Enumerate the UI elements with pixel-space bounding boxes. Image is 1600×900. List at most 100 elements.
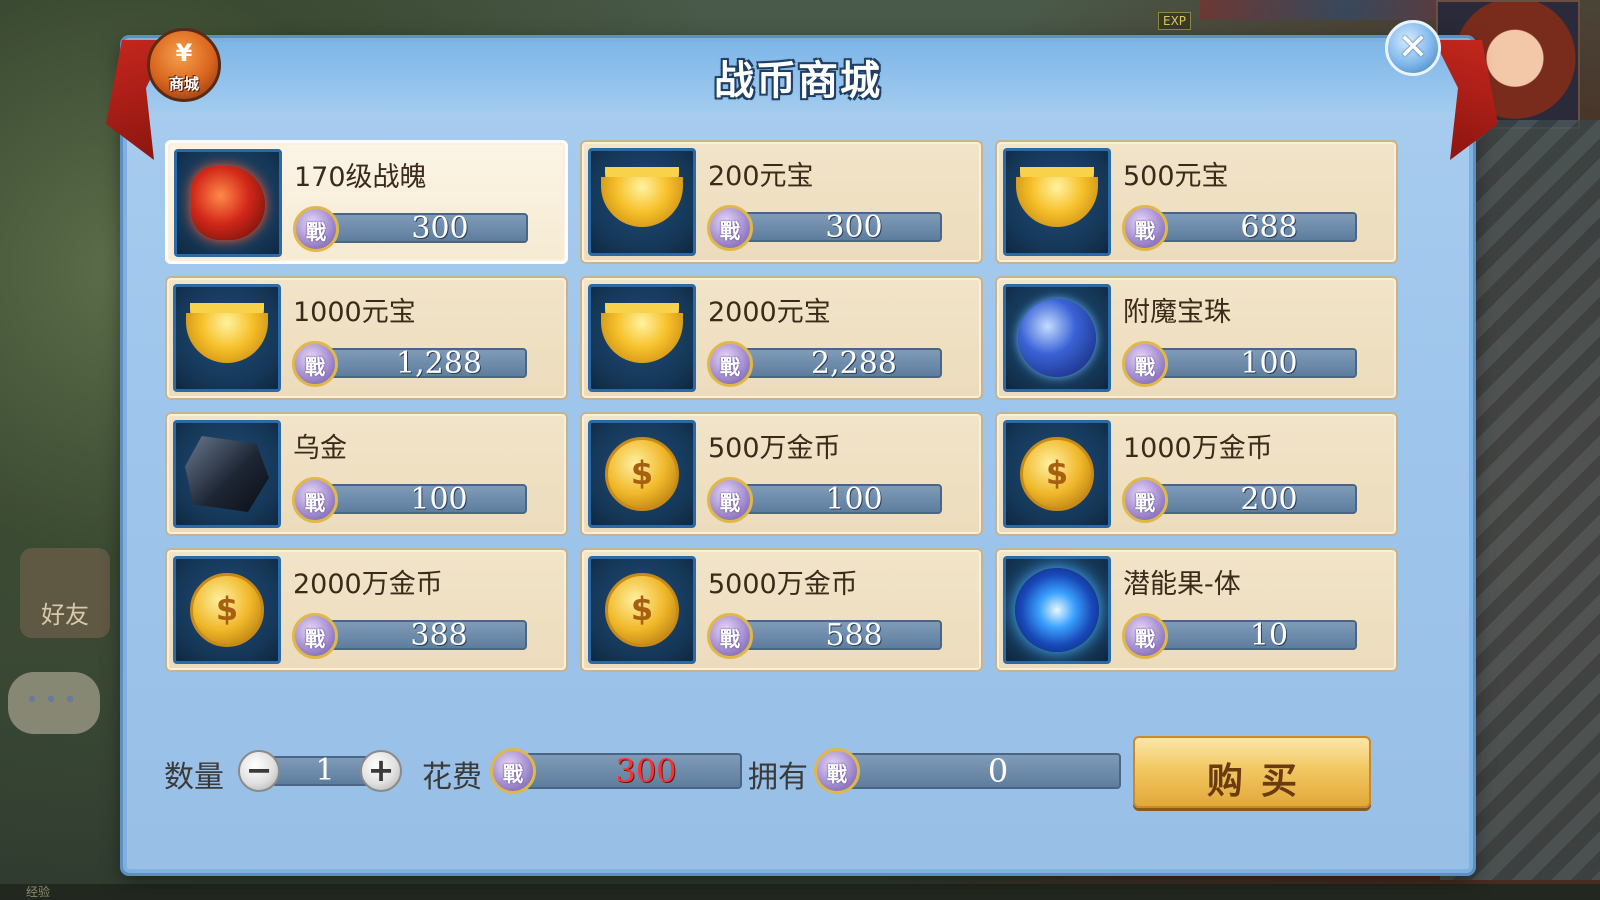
item-card[interactable]: 170级战魄 300 戰 bbox=[165, 140, 568, 264]
ingot-icon bbox=[601, 313, 683, 363]
item-card[interactable]: 1000元宝 1,288 戰 bbox=[165, 276, 568, 400]
war-coin-icon: 戰 bbox=[490, 748, 536, 794]
item-price: 688 bbox=[1240, 210, 1298, 245]
owned-display: 0 bbox=[845, 752, 1121, 790]
shop-badge-label: 商城 bbox=[168, 75, 199, 93]
item-price: 100 bbox=[825, 482, 883, 517]
ingot-icon bbox=[1016, 177, 1098, 227]
war-coin-icon: 戰 bbox=[814, 748, 860, 794]
minus-icon: − bbox=[245, 751, 273, 789]
item-price-bar: 100 bbox=[732, 482, 942, 517]
item-card[interactable]: $500万金币 100 戰 bbox=[580, 412, 983, 536]
war-coin-glyph: 戰 bbox=[305, 627, 325, 651]
item-name: 1000万金币 bbox=[1123, 433, 1273, 464]
item-icon-frame: $ bbox=[173, 556, 281, 664]
item-name: 500元宝 bbox=[1123, 161, 1229, 192]
close-icon: ✕ bbox=[1397, 27, 1429, 68]
item-card[interactable]: 乌金 100 戰 bbox=[165, 412, 568, 536]
war-coin-icon: 戰 bbox=[707, 477, 753, 523]
item-name: 1000元宝 bbox=[293, 297, 416, 328]
cost-display: 300 bbox=[520, 752, 742, 790]
gold-coin-icon: $ bbox=[605, 573, 679, 647]
item-price: 10 bbox=[1249, 618, 1289, 653]
war-coin-icon: 戰 bbox=[1122, 205, 1168, 251]
item-icon-frame: $ bbox=[588, 556, 696, 664]
item-grid-scroll[interactable]: 170级战魄 300 戰 200元宝 300 戰 500元宝 688 戰 1000元宝 1,288 戰… bbox=[165, 140, 1405, 710]
war-coin-glyph: 戰 bbox=[720, 627, 740, 651]
owned-value: 0 bbox=[987, 752, 1009, 790]
item-price-bar: 1,288 bbox=[317, 346, 527, 381]
item-icon-frame bbox=[1003, 148, 1111, 256]
ore-icon bbox=[185, 436, 269, 512]
item-card[interactable]: 潜能果-体 10 戰 bbox=[995, 548, 1398, 672]
friend-button[interactable]: 好友 bbox=[20, 548, 110, 638]
quantity-label: 数量 bbox=[164, 760, 224, 795]
yen-icon: ¥ bbox=[175, 39, 193, 67]
war-coin-glyph: 戰 bbox=[720, 491, 740, 515]
gold-coin-glyph: $ bbox=[630, 590, 654, 628]
item-icon-frame bbox=[588, 148, 696, 256]
potential-fruit-icon bbox=[1015, 568, 1099, 652]
item-name: 潜能果-体 bbox=[1123, 569, 1241, 600]
buy-button[interactable]: 购买 bbox=[1133, 736, 1371, 808]
cost-value: 300 bbox=[615, 752, 677, 790]
ingot-icon bbox=[601, 177, 683, 227]
quantity-plus-button[interactable]: + bbox=[360, 750, 402, 792]
item-icon-frame bbox=[173, 284, 281, 392]
cost-label: 花费 bbox=[422, 760, 482, 795]
plus-icon: + bbox=[367, 751, 395, 789]
ingot-icon bbox=[186, 313, 268, 363]
gold-coin-glyph: $ bbox=[630, 454, 654, 492]
item-price-bar: 388 bbox=[317, 618, 527, 653]
item-name: 170级战魄 bbox=[294, 162, 427, 193]
buy-button-label: 购买 bbox=[1206, 761, 1315, 802]
item-price-bar: 688 bbox=[1147, 210, 1357, 245]
item-name: 5000万金币 bbox=[708, 569, 858, 600]
item-card[interactable]: 500元宝 688 戰 bbox=[995, 140, 1398, 264]
item-card[interactable]: $1000万金币 200 戰 bbox=[995, 412, 1398, 536]
war-coin-icon: 戰 bbox=[292, 477, 338, 523]
orb-icon bbox=[1018, 299, 1096, 377]
close-button[interactable]: ✕ bbox=[1385, 20, 1441, 76]
war-coin-glyph: 戰 bbox=[1135, 491, 1155, 515]
item-card[interactable]: $2000万金币 388 戰 bbox=[165, 548, 568, 672]
item-card[interactable]: 附魔宝珠 100 戰 bbox=[995, 276, 1398, 400]
shop-badge-icon: ¥ 商城 bbox=[147, 28, 221, 102]
war-coin-icon: 戰 bbox=[707, 205, 753, 251]
item-name: 500万金币 bbox=[708, 433, 841, 464]
item-name: 2000万金币 bbox=[293, 569, 443, 600]
item-name: 乌金 bbox=[293, 433, 347, 464]
war-coin-icon: 戰 bbox=[292, 613, 338, 659]
item-card[interactable]: 2000元宝 2,288 戰 bbox=[580, 276, 983, 400]
friend-label: 好友 bbox=[41, 601, 89, 629]
war-coin-glyph: 戰 bbox=[305, 355, 325, 379]
quantity-minus-button[interactable]: − bbox=[238, 750, 280, 792]
chat-button[interactable]: ••• bbox=[8, 672, 100, 734]
war-coin-glyph: 戰 bbox=[305, 491, 325, 515]
item-card[interactable]: $5000万金币 588 戰 bbox=[580, 548, 983, 672]
war-coin-icon: 戰 bbox=[1122, 477, 1168, 523]
item-grid: 170级战魄 300 戰 200元宝 300 戰 500元宝 688 戰 1000元宝 1,288 戰… bbox=[165, 140, 1405, 672]
item-price: 588 bbox=[825, 618, 883, 653]
item-price-bar: 2,288 bbox=[732, 346, 942, 381]
item-price: 300 bbox=[825, 210, 883, 245]
item-price: 388 bbox=[410, 618, 468, 653]
exp-indicator: EXP bbox=[1158, 12, 1192, 30]
item-price-bar: 200 bbox=[1147, 482, 1357, 517]
item-name: 2000元宝 bbox=[708, 297, 831, 328]
war-coin-glyph: 戰 bbox=[720, 355, 740, 379]
item-price-bar: 300 bbox=[318, 211, 528, 246]
exp-bar-label: 经验 bbox=[26, 885, 51, 899]
war-coin-icon: 戰 bbox=[292, 341, 338, 387]
dialog-title: 战币商城 bbox=[714, 58, 882, 104]
war-coin-icon: 戰 bbox=[1122, 613, 1168, 659]
item-icon-frame bbox=[174, 149, 282, 257]
chat-dots-icon: ••• bbox=[25, 688, 83, 713]
soul-icon bbox=[191, 166, 265, 240]
war-coin-glyph: 戰 bbox=[720, 219, 740, 243]
war-coin-glyph: 戰 bbox=[827, 762, 847, 786]
item-price: 100 bbox=[410, 482, 468, 517]
war-coin-icon: 戰 bbox=[707, 341, 753, 387]
item-card[interactable]: 200元宝 300 戰 bbox=[580, 140, 983, 264]
war-coin-glyph: 戰 bbox=[503, 762, 523, 786]
